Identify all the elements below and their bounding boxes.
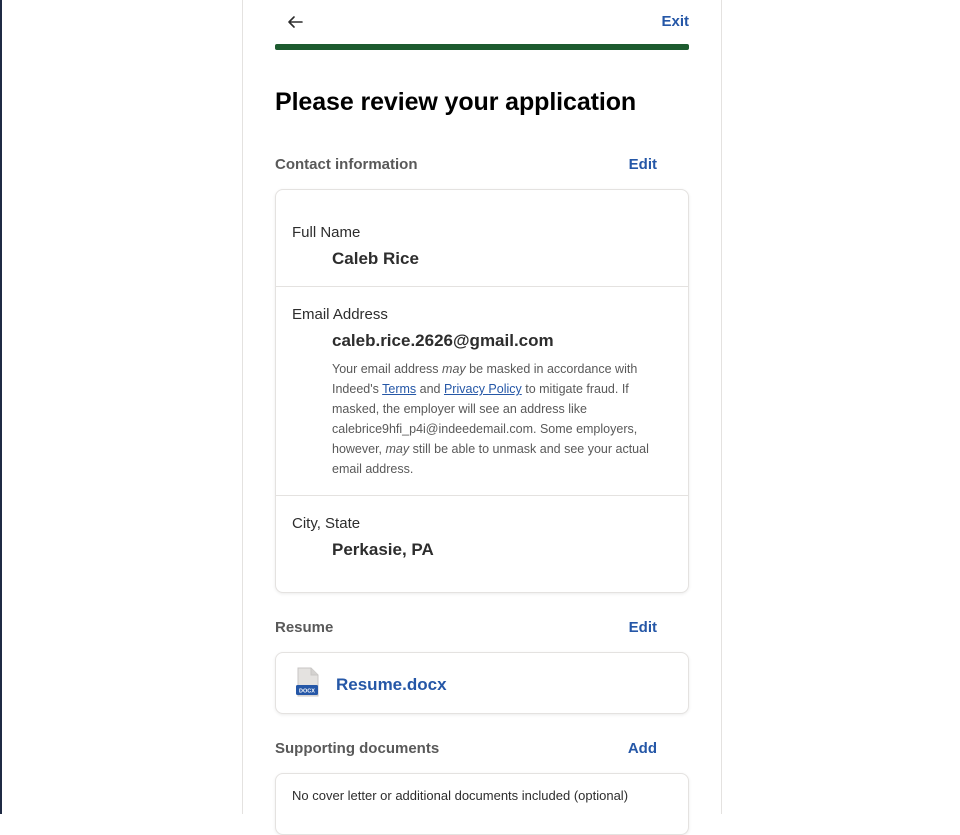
supporting-docs-add-button[interactable]: Add bbox=[628, 740, 657, 757]
exit-button[interactable]: Exit bbox=[661, 13, 689, 30]
contact-card: Full Name Caleb Rice Email Address caleb… bbox=[275, 189, 689, 593]
supporting-docs-card: No cover letter or additional documents … bbox=[275, 773, 689, 835]
top-bar: Exit bbox=[275, 10, 689, 34]
email-value: caleb.rice.2626@gmail.com bbox=[332, 331, 554, 350]
city-state-value: Perkasie, PA bbox=[332, 540, 434, 559]
email-row: Email Address caleb.rice.2626@gmail.com … bbox=[276, 286, 688, 496]
supporting-docs-section-header: Supporting documents Add bbox=[275, 738, 657, 758]
application-review-panel: Exit Please review your application Cont… bbox=[242, 0, 722, 835]
email-label: Email Address bbox=[292, 306, 388, 323]
contact-edit-button[interactable]: Edit bbox=[629, 156, 657, 173]
city-state-label: City, State bbox=[292, 515, 361, 532]
resume-section-header: Resume Edit bbox=[275, 617, 657, 637]
progress-bar bbox=[275, 44, 689, 50]
arrow-left-icon bbox=[288, 16, 303, 28]
page-title: Please review your application bbox=[275, 88, 637, 116]
resume-edit-button[interactable]: Edit bbox=[629, 619, 657, 636]
resume-file-link[interactable]: Resume.docx bbox=[336, 675, 447, 695]
progress-bar-fill bbox=[275, 44, 689, 50]
resume-section-title: Resume bbox=[275, 619, 334, 636]
full-name-row: Full Name Caleb Rice bbox=[276, 190, 688, 286]
window-left-edge bbox=[0, 0, 2, 814]
contact-section-title: Contact information bbox=[275, 156, 418, 173]
contact-section-header: Contact information Edit bbox=[275, 154, 657, 174]
resume-card[interactable]: DOCX Resume.docx bbox=[275, 652, 689, 714]
email-masking-note: Your email address may be masked in acco… bbox=[332, 362, 649, 476]
supporting-docs-section-title: Supporting documents bbox=[275, 740, 440, 757]
full-name-label: Full Name bbox=[292, 224, 361, 241]
city-state-row: City, State Perkasie, PA bbox=[276, 495, 688, 592]
back-button[interactable] bbox=[283, 10, 307, 34]
full-name-value: Caleb Rice bbox=[332, 249, 419, 268]
terms-link[interactable]: Terms bbox=[382, 382, 416, 396]
privacy-policy-link[interactable]: Privacy Policy bbox=[444, 382, 522, 396]
docx-file-icon: DOCX bbox=[296, 667, 319, 697]
docx-badge: DOCX bbox=[299, 689, 315, 695]
supporting-docs-empty-text: No cover letter or additional documents … bbox=[292, 788, 629, 803]
